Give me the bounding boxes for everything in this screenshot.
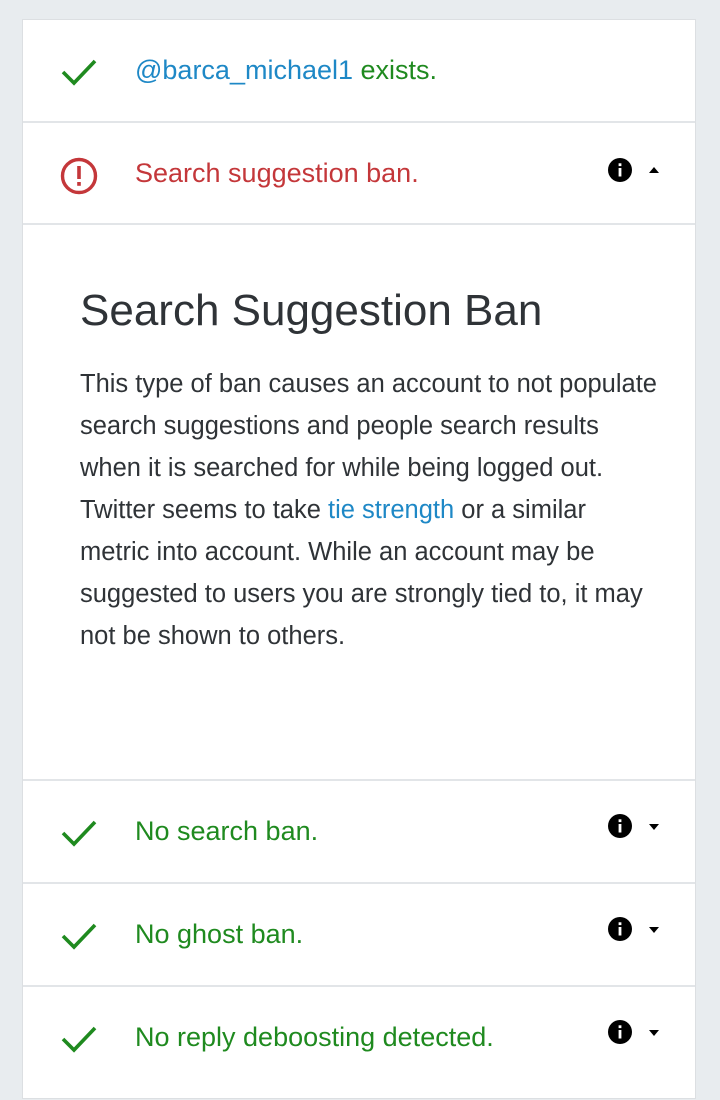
checkmark-icon xyxy=(61,923,97,950)
search-suggestion-ban-details: Search Suggestion Ban This type of ban c… xyxy=(23,225,695,781)
result-exists-text: @barca_michael1 exists. xyxy=(135,53,437,87)
details-title: Search Suggestion Ban xyxy=(80,286,543,335)
caret-down-icon[interactable] xyxy=(647,822,661,832)
result-search-ban-text: No search ban. xyxy=(135,816,319,846)
caret-up-icon[interactable] xyxy=(647,165,661,175)
account-handle-link[interactable]: @barca_michael1 xyxy=(135,55,353,85)
result-exists-suffix: exists. xyxy=(353,55,438,85)
exclamation-circle-icon xyxy=(60,157,98,195)
checkmark-icon xyxy=(61,59,97,86)
result-row-search-ban[interactable]: No search ban. xyxy=(23,781,695,884)
tie-strength-link[interactable]: tie strength xyxy=(328,496,454,524)
result-row-search-suggestion-ban[interactable]: Search suggestion ban. xyxy=(23,123,695,225)
result-suggestion-ban-text: Search suggestion ban. xyxy=(135,158,419,188)
info-icon[interactable] xyxy=(607,1019,633,1045)
result-ghost-ban-text: No ghost ban. xyxy=(135,919,304,949)
result-reply-deboosting-text: No reply deboosting detected. xyxy=(135,1022,494,1052)
details-description: This type of ban causes an account to no… xyxy=(80,363,660,657)
result-row-exists: @barca_michael1 exists. xyxy=(23,20,695,123)
caret-down-icon[interactable] xyxy=(647,925,661,935)
results-card: @barca_michael1 exists. Search suggestio… xyxy=(22,19,696,1099)
info-icon[interactable] xyxy=(607,813,633,839)
info-icon[interactable] xyxy=(607,157,633,183)
caret-down-icon[interactable] xyxy=(647,1028,661,1038)
checkmark-icon xyxy=(61,1026,97,1053)
info-icon[interactable] xyxy=(607,916,633,942)
result-row-reply-deboosting[interactable]: No reply deboosting detected. xyxy=(23,987,695,1100)
checkmark-icon xyxy=(61,820,97,847)
result-row-ghost-ban[interactable]: No ghost ban. xyxy=(23,884,695,987)
